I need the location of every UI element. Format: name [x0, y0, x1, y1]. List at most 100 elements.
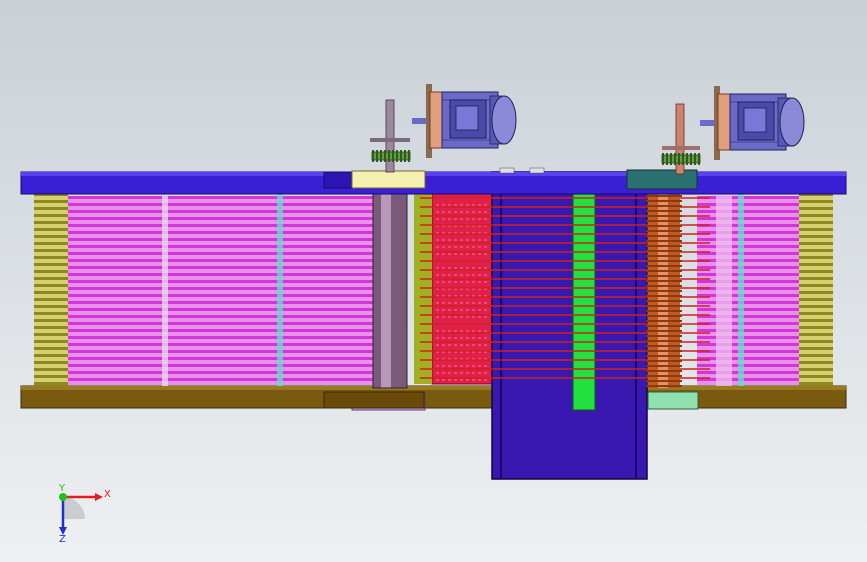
shaft-ring — [646, 205, 682, 207]
bank-gap — [697, 248, 799, 252]
bank-gap — [68, 234, 373, 238]
spring-coil — [799, 210, 833, 214]
bank-line — [68, 196, 373, 199]
spring-coil — [799, 378, 833, 382]
assembly-model-view[interactable]: X Y Z — [0, 0, 867, 562]
cad-graphics-area[interactable]: X Y Z — [0, 0, 867, 562]
spring-coil — [34, 224, 68, 228]
bank-line — [68, 266, 373, 269]
gear-tooth — [376, 150, 378, 162]
spring-coil — [799, 315, 833, 319]
spring-coil — [34, 329, 68, 333]
bank-gap — [697, 255, 799, 259]
bank-gap — [697, 311, 799, 315]
spring-coil — [799, 364, 833, 368]
shaft-ring — [646, 275, 682, 277]
bank-line — [697, 259, 799, 262]
bank-gap — [697, 353, 799, 357]
bank-gap — [68, 241, 373, 245]
shaft-ring — [646, 245, 682, 247]
shaft-ring — [646, 340, 682, 342]
shaft-ring — [646, 235, 682, 237]
spring-coil — [799, 301, 833, 305]
red-stack-block — [431, 189, 495, 385]
spring-coil — [34, 238, 68, 242]
spring-coil — [799, 350, 833, 354]
bank-gap — [68, 353, 373, 357]
bank-gap — [697, 290, 799, 294]
bank-line — [697, 238, 799, 241]
spring-coil — [799, 266, 833, 270]
left-shaft — [372, 187, 408, 389]
orientation-triad[interactable]: X Y Z — [58, 483, 111, 545]
triad-y-label: Y — [58, 483, 66, 494]
gear-tooth — [678, 153, 680, 165]
bank-line — [697, 371, 799, 374]
spring-coil — [34, 252, 68, 256]
bank-gap — [697, 199, 799, 203]
bank-line — [68, 336, 373, 339]
bank-line — [68, 252, 373, 255]
right-copper-shaft — [646, 188, 682, 388]
bank-gap — [68, 269, 373, 273]
spring-coil — [34, 280, 68, 284]
shaft-ring — [646, 195, 682, 197]
bank-line — [697, 273, 799, 276]
gear-tooth — [388, 150, 390, 162]
bank-gap — [68, 311, 373, 315]
spring-coil — [34, 357, 68, 361]
bank-line — [68, 364, 373, 367]
shaft-ring — [646, 230, 682, 232]
spring-coil — [799, 336, 833, 340]
triad-x-arrow-icon — [95, 493, 103, 501]
bank-gap — [68, 290, 373, 294]
bank-gap — [697, 283, 799, 287]
bank-gap — [697, 304, 799, 308]
bank-gap — [68, 332, 373, 336]
top-right-bearing-block — [626, 169, 698, 190]
spring-coil — [799, 224, 833, 228]
shaft-ring — [646, 220, 682, 222]
bank-line — [68, 217, 373, 220]
bank-line — [697, 301, 799, 304]
bank-line — [697, 266, 799, 269]
spring-coil — [34, 210, 68, 214]
spring-coil — [799, 371, 833, 375]
bank-gap — [68, 262, 373, 266]
top-plate — [20, 171, 847, 195]
bank-line — [697, 322, 799, 325]
spring-coil — [799, 238, 833, 242]
bank-gap — [68, 283, 373, 287]
bank-gap — [697, 339, 799, 343]
spring-coil — [799, 245, 833, 249]
gear-tooth — [694, 153, 696, 165]
bank-line — [68, 371, 373, 374]
shaft-ring — [646, 305, 682, 307]
bank-line — [68, 378, 373, 381]
spring-coil — [799, 259, 833, 263]
bank-gap — [68, 360, 373, 364]
spring-coil — [34, 315, 68, 319]
gear-tooth — [400, 150, 402, 162]
bank-gap — [697, 325, 799, 329]
bank-gap — [697, 332, 799, 336]
bank-gap — [68, 346, 373, 350]
shaft-ring — [646, 325, 682, 327]
bank-line — [697, 350, 799, 353]
bank-line — [697, 252, 799, 255]
bank-line — [697, 343, 799, 346]
bank-line — [68, 294, 373, 297]
shaft-ring — [646, 350, 682, 352]
gear-tooth — [384, 150, 386, 162]
bank-gap — [697, 374, 799, 378]
top-tab-2 — [529, 167, 545, 174]
gear-tooth — [372, 150, 374, 162]
spring-coil — [34, 308, 68, 312]
right-guide-rods — [716, 192, 744, 386]
spring-coil — [34, 273, 68, 277]
gear-tooth — [396, 150, 398, 162]
center-column — [491, 171, 648, 480]
shaft-ring — [646, 260, 682, 262]
spring-coil — [34, 294, 68, 298]
spring-coil — [34, 322, 68, 326]
